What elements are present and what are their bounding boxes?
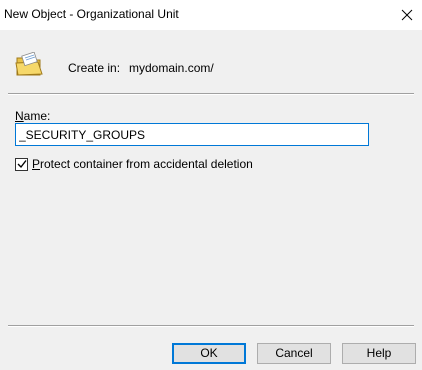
create-in-path: mydomain.com/ [129, 61, 214, 75]
name-input[interactable] [15, 123, 369, 146]
name-label: Name: [15, 109, 51, 123]
create-in-label: Create in: [68, 61, 121, 75]
organizational-unit-folder-icon [15, 52, 43, 76]
close-button[interactable] [392, 0, 422, 30]
protect-container-checkbox[interactable] [15, 157, 28, 171]
close-icon [401, 9, 413, 21]
protect-container-label: Protect container from accidental deleti… [32, 157, 253, 171]
separator [8, 93, 414, 95]
help-button[interactable]: Help [342, 343, 416, 364]
protect-container-checkbox-row[interactable]: Protect container from accidental deleti… [15, 156, 253, 172]
dialog-body: Create in: mydomain.com/ Name: Protect c… [0, 30, 422, 370]
cancel-button[interactable]: Cancel [257, 343, 331, 364]
separator [8, 325, 414, 327]
checkmark-icon [17, 160, 27, 169]
ok-button[interactable]: OK [172, 343, 246, 364]
title-bar: New Object - Organizational Unit [0, 0, 422, 30]
window-title: New Object - Organizational Unit [4, 7, 179, 21]
